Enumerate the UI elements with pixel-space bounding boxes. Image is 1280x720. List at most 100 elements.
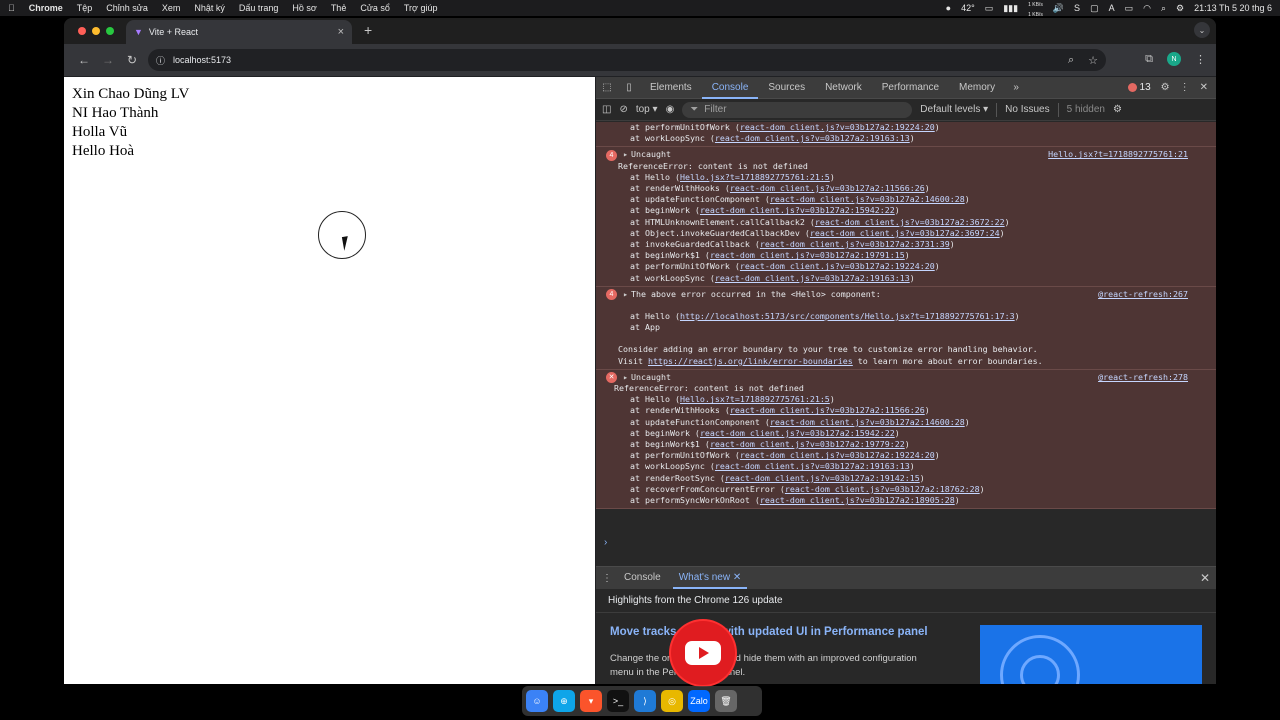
finder-icon[interactable]: ☺ — [526, 690, 548, 712]
clear-console-icon[interactable]: ⊘ — [619, 104, 627, 115]
source-link[interactable]: react-dom_client.js?v=03b127a2:11566:26 — [730, 183, 925, 193]
menu-profiles[interactable]: Hồ sơ — [292, 3, 316, 13]
source-link[interactable]: react-dom_client.js?v=03b127a2:18762:28 — [785, 484, 980, 494]
menu-file[interactable]: Tệp — [77, 3, 93, 13]
minimize-window-button[interactable] — [92, 27, 100, 35]
display-icon[interactable]: ▭ — [985, 3, 994, 14]
expand-triangle-icon[interactable]: ▸ — [623, 289, 628, 300]
feature-title[interactable]: Move tracks around with updated UI in Pe… — [610, 625, 930, 640]
devtools-menu-icon[interactable]: ⋮ — [1180, 82, 1190, 93]
tab-memory[interactable]: Memory — [949, 77, 1005, 99]
console-settings-icon[interactable]: ⚙ — [1113, 104, 1122, 115]
source-link[interactable]: react-dom_client.js?v=03b127a2:19224:20 — [740, 261, 935, 271]
input-source-icon[interactable]: A — [1109, 3, 1115, 13]
terminal-icon[interactable]: >_ — [607, 690, 629, 712]
issues-button[interactable]: No Issues — [1005, 104, 1049, 115]
source-link[interactable]: react-dom_client.js?v=03b127a2:19142:15 — [725, 473, 920, 483]
source-link[interactable]: react-dom_client.js?v=03b127a2:19163:13 — [715, 133, 910, 143]
control-center-icon[interactable]: ⚙ — [1176, 3, 1184, 14]
more-tabs-icon[interactable]: » — [1005, 82, 1027, 93]
source-link[interactable]: react-dom_client.js?v=03b127a2:19224:20 — [740, 122, 935, 132]
menu-help[interactable]: Trợ giúp — [404, 3, 438, 13]
browser-tab[interactable]: ▼ Vite + React × — [126, 20, 352, 44]
docs-link[interactable]: https://reactjs.org/link/error-boundarie… — [648, 356, 853, 366]
source-link[interactable]: react-dom_client.js?v=03b127a2:19791:15 — [710, 250, 905, 260]
menu-tab[interactable]: Thẻ — [331, 3, 347, 13]
tab-elements[interactable]: Elements — [640, 77, 702, 99]
inspect-element-icon[interactable]: ⬚ — [596, 82, 618, 93]
address-bar[interactable]: ⓘ localhost:5173 ⌕ ☆ — [148, 49, 1106, 71]
source-link[interactable]: react-dom_client.js?v=03b127a2:3697:24 — [810, 228, 1000, 238]
source-link[interactable]: react-dom_client.js?v=03b127a2:15942:22 — [700, 428, 895, 438]
battery-status-icon[interactable]: ▭ — [1125, 3, 1134, 14]
tab-console[interactable]: Console — [701, 77, 759, 99]
drawer-tab-console[interactable]: Console — [618, 567, 667, 589]
error-head[interactable]: The above error occurred in the <Hello> … — [631, 289, 881, 300]
tab-network[interactable]: Network — [815, 77, 872, 99]
menu-history[interactable]: Nhật ký — [194, 3, 225, 13]
error-source-link[interactable]: Hello.jsx?t=1718892775761:21 — [1048, 149, 1188, 160]
profile-avatar[interactable]: N — [1167, 52, 1181, 66]
source-link[interactable]: react-dom_client.js?v=03b127a2:14600:28 — [770, 417, 965, 427]
source-link[interactable]: Hello.jsx?t=1718892775761:21:5 — [680, 394, 830, 404]
wifi-icon[interactable]: ◠ — [1143, 3, 1151, 14]
menu-bookmarks[interactable]: Dấu trang — [239, 3, 279, 13]
new-tab-button[interactable]: + — [364, 22, 372, 38]
source-link[interactable]: react-dom_client.js?v=03b127a2:19163:13 — [715, 273, 910, 283]
source-link[interactable]: react-dom_client.js?v=03b127a2:11566:26 — [730, 405, 925, 415]
menu-view[interactable]: Xem — [162, 3, 181, 13]
vscode-icon[interactable]: ⟩ — [634, 690, 656, 712]
error-head[interactable]: Uncaught — [631, 149, 671, 160]
console-filter-input[interactable]: ⏷ Filter — [682, 101, 913, 118]
screen-mirror-icon[interactable]: ▢ — [1090, 3, 1099, 14]
zoom-icon[interactable]: ⌕ — [1068, 54, 1074, 67]
skype-icon[interactable]: S — [1074, 3, 1080, 13]
network-speed[interactable]: 1 KB/s 1 KB/s — [1028, 0, 1043, 18]
chrome-menu-icon[interactable]: ⋮ — [1195, 53, 1206, 66]
brave-icon[interactable]: ▾ — [580, 690, 602, 712]
close-tab-icon[interactable]: ✕ — [733, 572, 741, 583]
menu-window[interactable]: Cửa sổ — [360, 3, 390, 13]
tab-performance[interactable]: Performance — [872, 77, 949, 99]
error-head[interactable]: Uncaught — [631, 372, 671, 383]
source-link[interactable]: react-dom_client.js?v=03b127a2:3672:22 — [815, 217, 1005, 227]
safari-icon[interactable]: ⊕ — [553, 690, 575, 712]
reload-icon[interactable]: ↻ — [120, 53, 144, 67]
url-text[interactable]: localhost:5173 — [173, 55, 231, 65]
close-drawer-icon[interactable]: ✕ — [1200, 571, 1210, 585]
device-toolbar-icon[interactable]: ▯ — [618, 82, 640, 93]
extensions-icon[interactable]: ⧉ — [1145, 53, 1153, 66]
volume-icon[interactable]: 🔊 — [1053, 3, 1064, 14]
source-link[interactable]: react-dom_client.js?v=03b127a2:18905:28 — [760, 495, 955, 505]
expand-triangle-icon[interactable]: ▸ — [623, 149, 628, 160]
source-link[interactable]: react-dom_client.js?v=03b127a2:19779:22 — [710, 439, 905, 449]
trash-icon[interactable]: 🗑 — [715, 690, 737, 712]
source-link[interactable]: react-dom_client.js?v=03b127a2:15942:22 — [700, 205, 895, 215]
expand-triangle-icon[interactable]: ▸ — [623, 372, 628, 383]
tab-close-icon[interactable]: × — [338, 26, 344, 38]
drawer-menu-icon[interactable]: ⋮ — [602, 573, 612, 584]
record-icon[interactable]: ● — [946, 3, 951, 13]
battery-icon[interactable]: ▮▮▮ — [1003, 3, 1018, 14]
app-menu[interactable]: Chrome — [29, 3, 63, 13]
console-prompt-icon[interactable]: › — [604, 537, 607, 548]
error-source-link[interactable]: @react-refresh:267 — [1098, 289, 1188, 300]
tab-search-icon[interactable]: ⌄ — [1194, 22, 1210, 38]
zoom-window-button[interactable] — [106, 27, 114, 35]
source-link[interactable]: http://localhost:5173/src/components/Hel… — [680, 311, 1015, 321]
weather-status[interactable]: 42° — [961, 3, 975, 13]
source-link[interactable]: react-dom_client.js?v=03b127a2:14600:28 — [770, 194, 965, 204]
close-window-button[interactable] — [78, 27, 86, 35]
drawer-tab-whats-new[interactable]: What's new ✕ — [672, 567, 748, 589]
sidebar-toggle-icon[interactable]: ◫ — [602, 104, 611, 115]
chrome-icon[interactable]: ◎ — [661, 690, 683, 712]
zalo-icon[interactable]: Zalo — [688, 690, 710, 712]
source-link[interactable]: react-dom_client.js?v=03b127a2:3731:39 — [760, 239, 950, 249]
live-expression-eye-icon[interactable]: ◉ — [666, 104, 675, 115]
log-levels-dropdown[interactable]: Default levels ▾ — [920, 104, 988, 115]
spotlight-search-icon[interactable]: ⌕ — [1161, 3, 1166, 14]
source-link[interactable]: react-dom_client.js?v=03b127a2:19163:13 — [715, 461, 910, 471]
error-counter[interactable]: 13 — [1127, 82, 1151, 93]
menu-edit[interactable]: Chỉnh sửa — [106, 3, 148, 13]
source-link[interactable]: react-dom_client.js?v=03b127a2:19224:20 — [740, 450, 935, 460]
